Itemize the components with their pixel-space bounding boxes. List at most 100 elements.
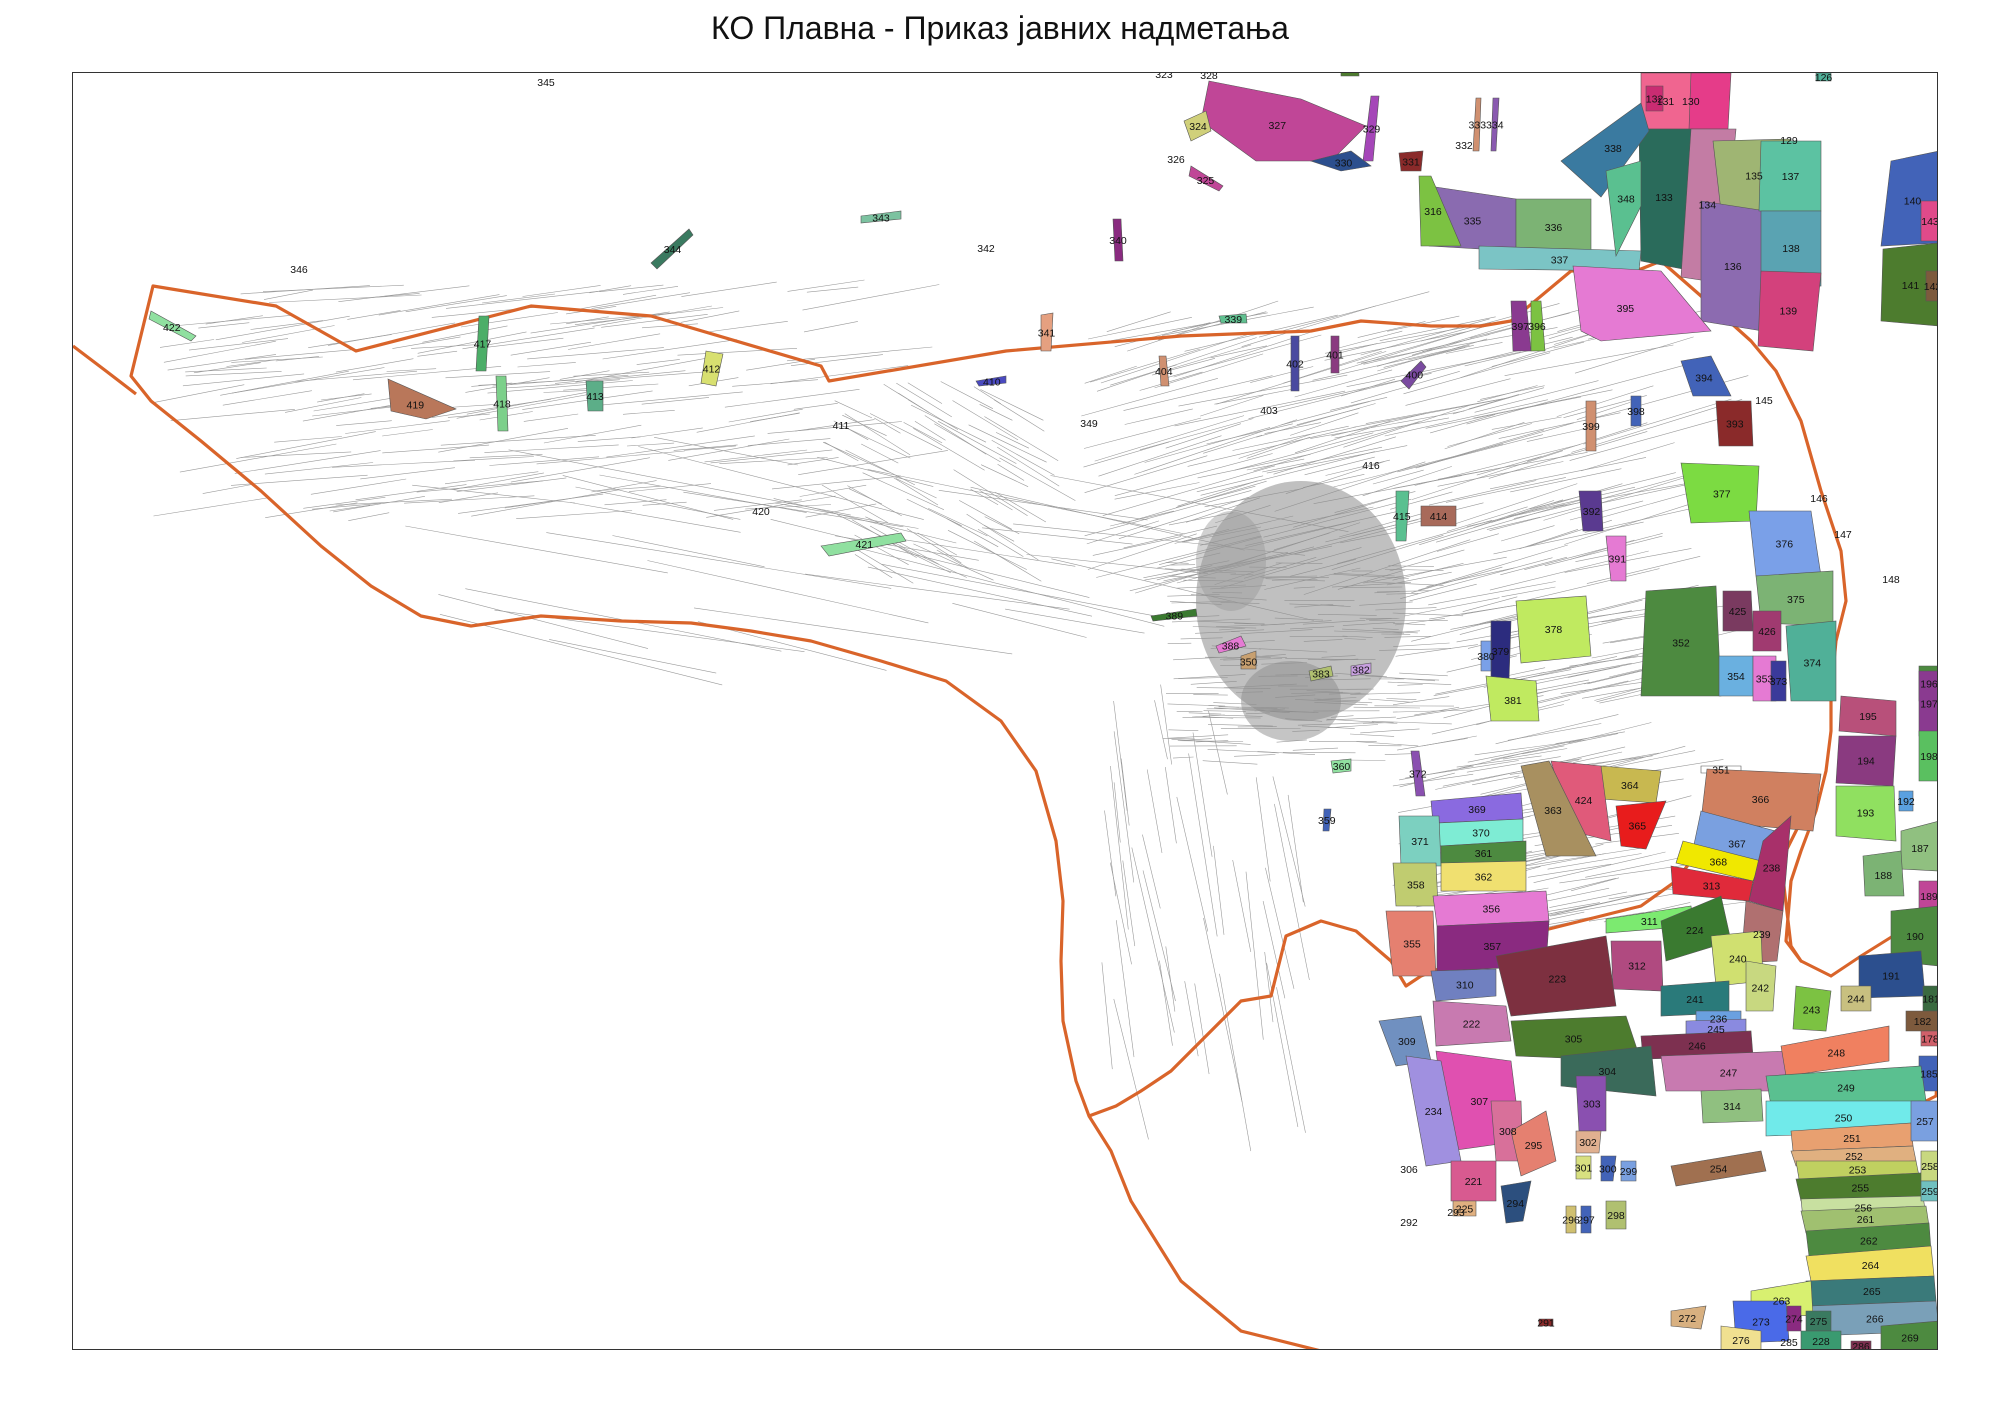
cadastral-line [1576,402,1631,420]
cadastral-line [1459,751,1531,769]
cadastral-line [1144,427,1271,463]
cadastral-line [983,524,1015,542]
cadastral-line [153,497,267,517]
parcel-label-326: 326 [1167,154,1185,166]
parcel-label-417: 417 [474,339,492,351]
parcel-label-351: 351 [1712,765,1730,777]
cadastral-line [622,286,679,295]
cadastral-line [295,370,418,382]
cadastral-line [1292,747,1339,751]
cadastral-map[interactable]: 1221261301311321331341351361371381391401… [73,73,1938,1350]
cadastral-line [1241,305,1376,347]
cadastral-line [1171,738,1251,745]
parcel-label-398: 398 [1627,406,1645,418]
cadastral-line [336,420,392,426]
parcel-label-195: 195 [1859,711,1877,723]
cadastral-line [895,478,937,499]
cadastral-line [563,383,659,391]
cadastral-line [612,535,765,568]
parcel-label-306: 306 [1400,1164,1418,1176]
cadastral-line [417,331,527,354]
cadastral-line [382,429,433,437]
cadastral-line [504,500,556,509]
cadastral-line [952,603,1087,638]
cadastral-line [622,410,675,415]
cadastral-line [458,493,604,514]
cadastral-line [310,478,407,495]
cadastral-line [1436,496,1593,543]
parcel-label-295: 295 [1525,1140,1543,1152]
cadastral-line [355,484,467,501]
cadastral-line [382,444,490,454]
parcel-label-327: 327 [1269,120,1287,132]
cadastral-line [1486,516,1541,530]
parcel-label-375: 375 [1787,594,1805,606]
parcel-label-350: 350 [1240,656,1258,668]
cadastral-line [1564,548,1692,573]
parcel-label-349: 349 [1080,418,1098,430]
cadastral-line [567,333,661,350]
cadastral-line [456,391,603,419]
cadastral-line [1519,529,1579,550]
cadastral-line [906,528,962,564]
cadastral-line [774,502,919,529]
cadastral-line [1245,871,1264,1040]
cadastral-line [1178,374,1348,407]
cadastral-line [1519,568,1660,603]
cadastral-line [979,404,1013,421]
parcel-label-343: 343 [872,212,890,224]
parcel-label-250: 250 [1835,1112,1853,1124]
parcel-label-397: 397 [1512,321,1530,333]
parcel-label-181: 181 [1922,994,1938,1006]
cadastral-line [170,409,295,421]
cadastral-line [1113,731,1135,883]
parcel-label-362: 362 [1475,872,1493,884]
parcel-label-143: 143 [1921,216,1938,228]
cadastral-line [874,417,901,434]
auction-parcels[interactable] [148,73,1938,1350]
parcel-label-252: 252 [1845,1151,1863,1163]
cadastral-line [405,525,668,574]
cadastral-line [447,404,498,408]
cadastral-line [642,501,687,506]
cadastral-line [997,463,1025,481]
cadastral-line [1333,443,1503,488]
cadastral-line [151,384,245,404]
cadastral-line [575,356,715,383]
cadastral-line [1567,666,1620,678]
cadastral-line [333,496,425,513]
settlement-core [1196,481,1406,741]
cadastral-line [386,368,437,372]
parcel-122[interactable] [1340,73,1360,77]
cadastral-line [438,428,569,453]
cadastral-line [1445,342,1503,354]
parcel-label-411: 411 [833,420,850,432]
cadastral-line [599,474,807,513]
cadastral-line [1533,851,1666,883]
cadastral-line [1168,738,1195,740]
cadastral-line [706,495,836,518]
parcel-label-344: 344 [664,244,682,256]
parcel-label-383: 383 [1312,669,1330,681]
cadastral-line [1176,796,1209,932]
parcel-348[interactable] [1605,160,1642,258]
cadastral-line [1343,404,1471,448]
map-frame[interactable]: 1221261301311321331341351361371381391401… [72,72,1938,1350]
cadastral-line [1544,535,1663,567]
cadastral-line [1325,459,1390,476]
parcel-label-129: 129 [1780,135,1798,147]
cadastral-line [1491,733,1619,760]
cadastral-line [1081,378,1218,417]
cadastral-line [198,322,250,329]
cadastral-line [1122,860,1136,947]
cadastral-line [1232,859,1252,952]
cadastral-line [1282,751,1356,754]
cadastral-line [1188,712,1222,715]
cadastral-line [1376,338,1472,367]
parcel-label-305: 305 [1565,1034,1583,1046]
parcel-label-380: 380 [1477,651,1495,663]
cadastral-line [1387,681,1452,685]
cadastral-line [422,325,508,343]
parcel-label-377: 377 [1713,488,1731,500]
cadastral-line [1200,395,1264,417]
